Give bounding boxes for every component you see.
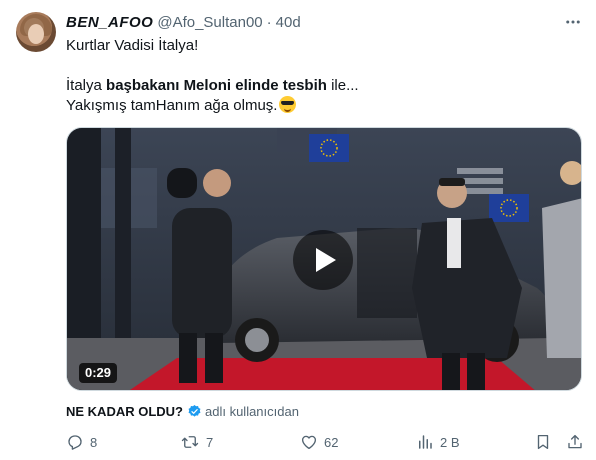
source-account-name[interactable]: NE KADAR OLDU? [66, 404, 183, 419]
tweet-header: BEN_AFOO @Afo_Sultan00 · 40d [66, 12, 301, 32]
tweet-text: Kurtlar Vadisi İtalya! İtalya başbakanı … [66, 36, 576, 116]
repost-icon [181, 436, 199, 448]
avatar[interactable] [16, 12, 56, 52]
bookmark-icon [537, 434, 549, 450]
tweet-line-2-bold: başbakanı Meloni elinde tesbih [106, 77, 327, 94]
play-icon [316, 248, 336, 272]
video-duration: 0:29 [79, 363, 118, 383]
repost-count: 7 [206, 434, 214, 450]
reply-icon [68, 435, 82, 450]
views-button[interactable]: 2 B [416, 432, 460, 452]
verified-badge-icon [188, 404, 201, 417]
tweet-line-2: İtalya başbakanı Meloni elinde tesbih il… [66, 76, 576, 96]
tweet-line-2-end: ile... [326, 77, 359, 94]
tweet-line-2-start: İtalya [66, 77, 107, 94]
source-by-label: adlı kullanıcıdan [205, 403, 299, 419]
like-count: 62 [324, 434, 339, 450]
reply-button[interactable]: 8 [66, 432, 97, 452]
video-player[interactable]: 0:29 [66, 127, 582, 391]
video-source[interactable]: NE KADAR OLDU? adlı kullanıcıdan [66, 402, 299, 420]
tweet-line-3: Yakışmış tamHanım ağa olmuş. [66, 96, 576, 116]
tweet-line-3-text: Yakışmış tamHanım ağa olmuş. [66, 97, 278, 114]
tweet[interactable]: BEN_AFOO @Afo_Sultan00 · 40d Kurtlar Vad… [0, 0, 596, 460]
reply-count: 8 [90, 434, 98, 450]
share-icon [568, 434, 582, 449]
views-count: 2 B [440, 434, 460, 450]
views-bar-chart-icon [419, 435, 432, 449]
timestamp[interactable]: 40d [276, 14, 301, 31]
bookmark-button[interactable] [534, 432, 552, 452]
display-name[interactable]: BEN_AFOO [66, 14, 153, 31]
sunglasses-emoji-icon [279, 96, 297, 113]
repost-button[interactable]: 7 [180, 432, 213, 452]
tweet-line-1: Kurtlar Vadisi İtalya! [66, 37, 199, 54]
separator-dot: · [266, 13, 272, 31]
like-button[interactable]: 62 [300, 432, 338, 452]
avatar-face [28, 24, 44, 44]
heart-icon [301, 435, 317, 450]
more-options-icon[interactable] [563, 12, 583, 32]
play-button[interactable] [293, 230, 353, 290]
user-handle[interactable]: @Afo_Sultan00 [157, 14, 262, 31]
share-button[interactable] [566, 432, 584, 452]
